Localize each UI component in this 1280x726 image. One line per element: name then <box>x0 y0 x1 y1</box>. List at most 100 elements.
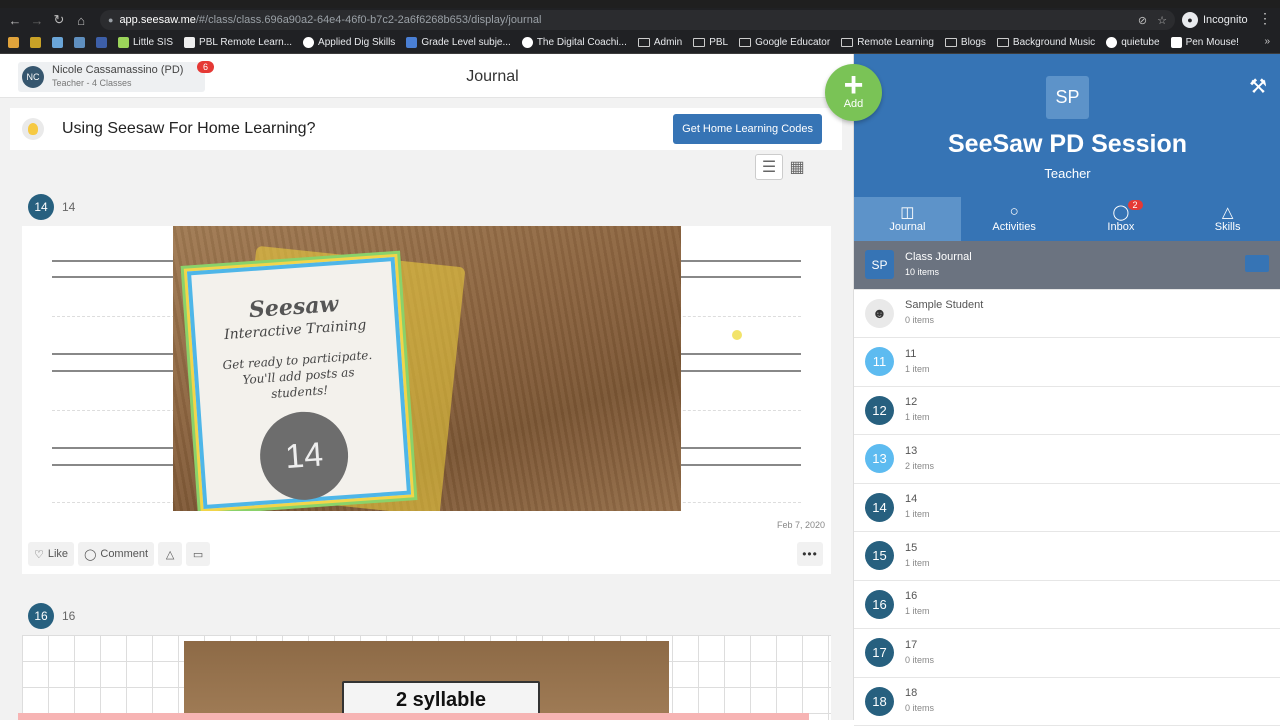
tab-inbox[interactable]: ◯Inbox2 <box>1068 197 1175 241</box>
class-role: Teacher <box>854 166 1280 181</box>
list-item[interactable]: 13 132 items <box>854 435 1280 484</box>
folder-icon <box>997 38 1009 47</box>
bookmark-folder-background-music[interactable]: Background Music <box>997 37 1095 48</box>
bookmarks-bar: Little SIS PBL Remote Learn... Applied D… <box>0 32 1280 54</box>
bookmark-folder-remote-learning[interactable]: Remote Learning <box>841 37 934 48</box>
class-avatar[interactable]: SP <box>1046 76 1089 119</box>
post-date: Feb 7, 2020 <box>777 520 825 530</box>
training-card: Seesaw Interactive Training Get ready to… <box>187 257 411 509</box>
list-item[interactable]: 14 141 item <box>854 484 1280 533</box>
bookmark-grade-level[interactable]: Grade Level subje... <box>406 37 511 48</box>
list-item[interactable]: 15 151 item <box>854 532 1280 581</box>
bookmark-icon-3[interactable] <box>74 37 85 48</box>
bookmark-icon-1[interactable] <box>30 37 41 48</box>
post-photo[interactable]: Seesaw Interactive Training Get ready to… <box>173 226 681 511</box>
folder-icon <box>638 38 650 47</box>
list-item[interactable]: 12 121 item <box>854 387 1280 436</box>
inbox-badge: 2 <box>1128 200 1143 210</box>
more-options-button[interactable]: ••• <box>797 542 823 566</box>
folder-button[interactable]: ▭ <box>186 542 210 566</box>
avatar[interactable]: 14 <box>28 194 54 220</box>
list-item[interactable]: 18 180 items <box>854 678 1280 726</box>
plus-icon: + <box>825 70 882 100</box>
home-icon[interactable]: ⌂ <box>70 9 92 31</box>
get-home-learning-codes-button[interactable]: Get Home Learning Codes <box>673 114 822 144</box>
post-photo[interactable]: 2 syllable <box>184 641 669 720</box>
address-bar[interactable]: ● app.seesaw.me/#/class/class.696a90a2-6… <box>100 10 1175 30</box>
student-avatar-icon: ☻ <box>865 299 894 328</box>
bookmarks-overflow-icon[interactable]: » <box>1264 36 1270 47</box>
highlight-dot <box>732 330 742 340</box>
folder-icon: ▭ <box>193 548 203 561</box>
avatar: SP <box>865 250 894 279</box>
view-toggle: ☰ ▦ <box>755 154 811 180</box>
avatar: 11 <box>865 347 894 376</box>
skills-tag-button[interactable]: △ <box>158 542 182 566</box>
avatar: 16 <box>865 590 894 619</box>
bookmark-quietube[interactable]: quietube <box>1106 37 1159 48</box>
class-panel: SP SeeSaw PD Session Teacher ⚒ ◫Journal … <box>853 54 1280 720</box>
bookmark-applied-dig-skills[interactable]: Applied Dig Skills <box>303 37 395 48</box>
comment-button[interactable]: ◯Comment <box>78 542 154 566</box>
wrench-icon[interactable]: ⚒ <box>1249 74 1267 99</box>
bookmark-pbl-remote[interactable]: PBL Remote Learn... <box>184 37 292 48</box>
list-item[interactable]: 17 170 items <box>854 629 1280 678</box>
class-tabs: ◫Journal ○Activities ◯Inbox2 △Skills <box>854 197 1280 241</box>
reload-icon[interactable]: ↻ <box>48 9 70 31</box>
bookmark-pen-mouse[interactable]: Pen Mouse! <box>1171 37 1239 48</box>
eye-off-icon[interactable]: ⊘ <box>1138 14 1147 27</box>
forward-icon[interactable]: → <box>26 9 48 31</box>
list-item[interactable]: ☻ Sample Student0 items <box>854 290 1280 339</box>
seesaw-app: NC Nicole Cassamassino (PD) Teacher - 4 … <box>0 54 1280 720</box>
browser-tab-strip <box>0 0 1280 8</box>
chat-icon: ◯ <box>1068 203 1175 221</box>
lightbulb-icon: ○ <box>961 203 1068 221</box>
post-header: 16 16 <box>28 603 75 629</box>
browser-menu-icon[interactable]: ⋮ <box>1258 10 1272 27</box>
folder-icon <box>739 38 751 47</box>
avatar[interactable]: 16 <box>28 603 54 629</box>
add-label: Add <box>825 98 882 110</box>
avatar: 14 <box>865 493 894 522</box>
bookmark-folder-admin[interactable]: Admin <box>638 37 682 48</box>
graduation-cap-icon: △ <box>1174 203 1280 221</box>
journal-post[interactable]: Seesaw Interactive Training Get ready to… <box>22 226 831 574</box>
lightbulb-icon <box>22 118 44 140</box>
url-host: app.seesaw.me <box>119 14 195 26</box>
bookmark-icon-2[interactable] <box>52 37 63 48</box>
post-author: 16 <box>62 609 75 623</box>
list-item[interactable]: 11 111 item <box>854 338 1280 387</box>
bookmark-folder-blogs[interactable]: Blogs <box>945 37 986 48</box>
graduation-cap-icon: △ <box>166 548 174 561</box>
add-button[interactable]: + Add <box>825 64 882 121</box>
list-item[interactable]: 16 161 item <box>854 581 1280 630</box>
student-list: SP Class Journal10 items ☻ Sample Studen… <box>854 241 1280 726</box>
post-author: 14 <box>62 200 75 214</box>
profile-button[interactable]: ● Incognito <box>1182 10 1248 30</box>
star-icon[interactable]: ☆ <box>1157 14 1167 27</box>
folder-icon <box>841 38 853 47</box>
book-icon: ◫ <box>854 203 961 221</box>
back-icon[interactable]: ← <box>4 9 26 31</box>
folder-icon[interactable] <box>1245 255 1269 272</box>
tab-journal[interactable]: ◫Journal <box>854 197 961 241</box>
avatar: 12 <box>865 396 894 425</box>
journal-post[interactable]: 2 syllable <box>22 635 831 720</box>
list-item[interactable]: SP Class Journal10 items <box>854 241 1280 290</box>
tab-activities[interactable]: ○Activities <box>961 197 1068 241</box>
calendar-view-icon[interactable]: ▦ <box>783 154 811 180</box>
bookmark-folder-pbl[interactable]: PBL <box>693 37 728 48</box>
bookmark-folder-google-educator[interactable]: Google Educator <box>739 37 830 48</box>
class-header: SP SeeSaw PD Session Teacher ⚒ <box>854 54 1280 197</box>
tab-skills[interactable]: △Skills <box>1174 197 1280 241</box>
like-button[interactable]: ♡Like <box>28 542 74 566</box>
list-view-icon[interactable]: ☰ <box>755 154 783 180</box>
bookmark-little-sis[interactable]: Little SIS <box>118 37 173 48</box>
bookmark-digital-coaching[interactable]: The Digital Coachi... <box>522 37 627 48</box>
bookmark-icon-4[interactable] <box>96 37 107 48</box>
comment-icon: ◯ <box>84 548 96 561</box>
apps-icon[interactable] <box>8 37 19 48</box>
home-learning-banner: Using Seesaw For Home Learning? Get Home… <box>10 108 842 150</box>
heart-icon: ♡ <box>34 548 44 561</box>
lock-icon: ● <box>108 15 113 25</box>
